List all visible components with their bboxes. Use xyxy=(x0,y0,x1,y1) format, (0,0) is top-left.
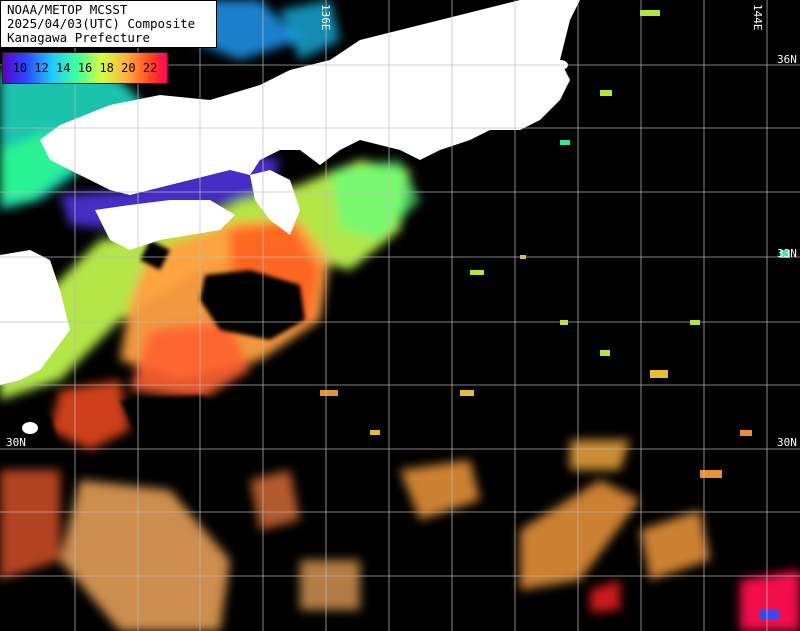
lat-label-30n-right: 30N xyxy=(777,436,797,449)
lat-label-33n: 33N xyxy=(777,247,797,260)
legend-tick-20: 20 xyxy=(121,61,136,75)
lat-label-30n-left: 30N xyxy=(6,436,26,449)
legend-tick-labels: 10 12 14 16 18 20 22 xyxy=(3,53,167,83)
temperature-legend: 10 12 14 16 18 20 22 xyxy=(2,52,168,84)
title-line-source: NOAA/METOP MCSST xyxy=(7,2,128,17)
legend-tick-12: 12 xyxy=(34,61,49,75)
legend-tick-16: 16 xyxy=(77,61,93,75)
lon-label-136e: 136E xyxy=(319,4,332,31)
sst-map-view: NOAA/METOP MCSST 2025/04/03(UTC) Composi… xyxy=(0,0,800,631)
title-line-region: Kanagawa Prefecture xyxy=(7,30,150,45)
legend-tick-10: 10 xyxy=(12,61,28,75)
legend-tick-18: 18 xyxy=(99,61,114,75)
sst-map-canvas xyxy=(0,0,800,631)
legend-tick-22: 22 xyxy=(142,61,158,75)
title-line-date: 2025/04/03(UTC) Composite xyxy=(7,16,196,31)
tanegashima-island xyxy=(22,422,38,434)
map-title-box: NOAA/METOP MCSST 2025/04/03(UTC) Composi… xyxy=(0,0,217,48)
lat-label-36n: 36N xyxy=(777,53,797,66)
lon-label-144e: 144E xyxy=(751,4,764,31)
legend-tick-14: 14 xyxy=(56,61,71,75)
